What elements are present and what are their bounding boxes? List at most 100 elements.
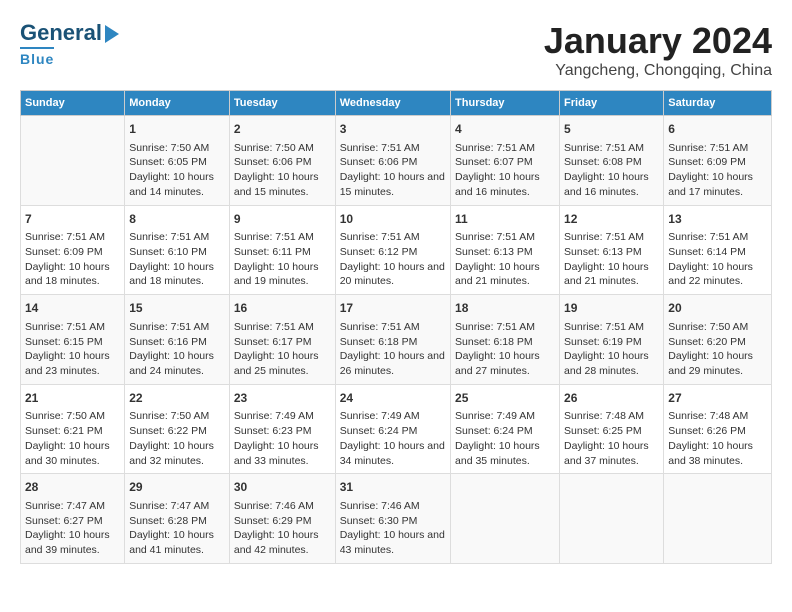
calendar-cell: 9 Sunrise: 7:51 AM Sunset: 6:11 PM Daylig… (229, 205, 335, 295)
day-info: Sunrise: 7:51 AM Sunset: 6:11 PM Dayligh… (234, 230, 331, 289)
calendar-week-4: 21 Sunrise: 7:50 AM Sunset: 6:21 PM Dayli… (21, 384, 772, 474)
day-number: 26 (564, 390, 659, 407)
day-info: Sunrise: 7:51 AM Sunset: 6:06 PM Dayligh… (340, 141, 446, 200)
day-info: Sunrise: 7:51 AM Sunset: 6:18 PM Dayligh… (340, 320, 446, 379)
day-info: Sunrise: 7:46 AM Sunset: 6:30 PM Dayligh… (340, 499, 446, 558)
day-info: Sunrise: 7:48 AM Sunset: 6:25 PM Dayligh… (564, 409, 659, 468)
calendar-cell: 3 Sunrise: 7:51 AM Sunset: 6:06 PM Daylig… (335, 116, 450, 206)
day-info: Sunrise: 7:50 AM Sunset: 6:06 PM Dayligh… (234, 141, 331, 200)
calendar-cell: 18 Sunrise: 7:51 AM Sunset: 6:18 PM Dayli… (451, 295, 560, 385)
day-number: 13 (668, 211, 767, 228)
calendar-cell: 20 Sunrise: 7:50 AM Sunset: 6:20 PM Dayli… (664, 295, 772, 385)
day-info: Sunrise: 7:47 AM Sunset: 6:28 PM Dayligh… (129, 499, 225, 558)
calendar-cell: 16 Sunrise: 7:51 AM Sunset: 6:17 PM Dayli… (229, 295, 335, 385)
day-number: 6 (668, 121, 767, 138)
calendar-week-5: 28 Sunrise: 7:47 AM Sunset: 6:27 PM Dayli… (21, 474, 772, 564)
day-info: Sunrise: 7:51 AM Sunset: 6:15 PM Dayligh… (25, 320, 120, 379)
day-info: Sunrise: 7:48 AM Sunset: 6:26 PM Dayligh… (668, 409, 767, 468)
calendar-cell: 14Sunrise: 7:51 AM Sunset: 6:15 PM Dayli… (21, 295, 125, 385)
col-saturday: Saturday (664, 91, 772, 116)
calendar-cell: 27Sunrise: 7:48 AM Sunset: 6:26 PM Dayli… (664, 384, 772, 474)
calendar-table: Sunday Monday Tuesday Wednesday Thursday… (20, 90, 772, 564)
day-info: Sunrise: 7:51 AM Sunset: 6:09 PM Dayligh… (668, 141, 767, 200)
day-info: Sunrise: 7:51 AM Sunset: 6:10 PM Dayligh… (129, 230, 225, 289)
day-info: Sunrise: 7:51 AM Sunset: 6:09 PM Dayligh… (25, 230, 120, 289)
day-number: 30 (234, 479, 331, 496)
col-monday: Monday (125, 91, 230, 116)
day-number: 1 (129, 121, 225, 138)
calendar-cell: 11Sunrise: 7:51 AM Sunset: 6:13 PM Dayli… (451, 205, 560, 295)
day-info: Sunrise: 7:51 AM Sunset: 6:17 PM Dayligh… (234, 320, 331, 379)
day-number: 2 (234, 121, 331, 138)
day-number: 17 (340, 300, 446, 317)
day-number: 7 (25, 211, 120, 228)
col-thursday: Thursday (451, 91, 560, 116)
col-tuesday: Tuesday (229, 91, 335, 116)
day-number: 15 (129, 300, 225, 317)
day-number: 19 (564, 300, 659, 317)
day-number: 3 (340, 121, 446, 138)
calendar-cell: 31 Sunrise: 7:46 AM Sunset: 6:30 PM Dayli… (335, 474, 450, 564)
calendar-week-3: 14Sunrise: 7:51 AM Sunset: 6:15 PM Dayli… (21, 295, 772, 385)
calendar-cell: 6 Sunrise: 7:51 AM Sunset: 6:09 PM Daylig… (664, 116, 772, 206)
day-number: 9 (234, 211, 331, 228)
calendar-cell: 7 Sunrise: 7:51 AM Sunset: 6:09 PM Daylig… (21, 205, 125, 295)
day-info: Sunrise: 7:51 AM Sunset: 6:07 PM Dayligh… (455, 141, 555, 200)
calendar-cell: 13 Sunrise: 7:51 AM Sunset: 6:14 PM Dayli… (664, 205, 772, 295)
logo-general: General (20, 20, 102, 46)
day-info: Sunrise: 7:50 AM Sunset: 6:21 PM Dayligh… (25, 409, 120, 468)
day-info: Sunrise: 7:49 AM Sunset: 6:23 PM Dayligh… (234, 409, 331, 468)
day-number: 24 (340, 390, 446, 407)
calendar-cell: 8 Sunrise: 7:51 AM Sunset: 6:10 PM Daylig… (125, 205, 230, 295)
day-number: 16 (234, 300, 331, 317)
day-info: Sunrise: 7:51 AM Sunset: 6:14 PM Dayligh… (668, 230, 767, 289)
calendar-cell (560, 474, 664, 564)
day-number: 20 (668, 300, 767, 317)
day-info: Sunrise: 7:51 AM Sunset: 6:13 PM Dayligh… (564, 230, 659, 289)
day-number: 22 (129, 390, 225, 407)
day-number: 31 (340, 479, 446, 496)
day-number: 8 (129, 211, 225, 228)
day-info: Sunrise: 7:50 AM Sunset: 6:05 PM Dayligh… (129, 141, 225, 200)
calendar-header: Sunday Monday Tuesday Wednesday Thursday… (21, 91, 772, 116)
calendar-cell: 1 Sunrise: 7:50 AM Sunset: 6:05 PM Daylig… (125, 116, 230, 206)
day-info: Sunrise: 7:51 AM Sunset: 6:18 PM Dayligh… (455, 320, 555, 379)
day-number: 12 (564, 211, 659, 228)
day-number: 18 (455, 300, 555, 317)
day-info: Sunrise: 7:51 AM Sunset: 6:19 PM Dayligh… (564, 320, 659, 379)
day-info: Sunrise: 7:47 AM Sunset: 6:27 PM Dayligh… (25, 499, 120, 558)
day-info: Sunrise: 7:49 AM Sunset: 6:24 PM Dayligh… (455, 409, 555, 468)
day-info: Sunrise: 7:49 AM Sunset: 6:24 PM Dayligh… (340, 409, 446, 468)
calendar-cell: 21 Sunrise: 7:50 AM Sunset: 6:21 PM Dayli… (21, 384, 125, 474)
logo-blue: Blue (20, 51, 54, 67)
calendar-cell (451, 474, 560, 564)
calendar-cell: 29Sunrise: 7:47 AM Sunset: 6:28 PM Dayli… (125, 474, 230, 564)
calendar-cell (664, 474, 772, 564)
calendar-week-1: 1 Sunrise: 7:50 AM Sunset: 6:05 PM Daylig… (21, 116, 772, 206)
calendar-cell: 28 Sunrise: 7:47 AM Sunset: 6:27 PM Dayli… (21, 474, 125, 564)
calendar-cell: 19 Sunrise: 7:51 AM Sunset: 6:19 PM Dayli… (560, 295, 664, 385)
calendar-cell: 30Sunrise: 7:46 AM Sunset: 6:29 PM Dayli… (229, 474, 335, 564)
calendar-cell: 22 Sunrise: 7:50 AM Sunset: 6:22 PM Dayli… (125, 384, 230, 474)
day-number: 23 (234, 390, 331, 407)
day-info: Sunrise: 7:51 AM Sunset: 6:08 PM Dayligh… (564, 141, 659, 200)
day-number: 11 (455, 211, 555, 228)
col-friday: Friday (560, 91, 664, 116)
calendar-cell: 24 Sunrise: 7:49 AM Sunset: 6:24 PM Dayli… (335, 384, 450, 474)
day-number: 10 (340, 211, 446, 228)
day-number: 5 (564, 121, 659, 138)
col-sunday: Sunday (21, 91, 125, 116)
calendar-cell: 17 Sunrise: 7:51 AM Sunset: 6:18 PM Dayli… (335, 295, 450, 385)
calendar-cell: 26 Sunrise: 7:48 AM Sunset: 6:25 PM Dayli… (560, 384, 664, 474)
day-info: Sunrise: 7:50 AM Sunset: 6:20 PM Dayligh… (668, 320, 767, 379)
calendar-cell: 4 Sunrise: 7:51 AM Sunset: 6:07 PM Daylig… (451, 116, 560, 206)
day-number: 21 (25, 390, 120, 407)
day-info: Sunrise: 7:51 AM Sunset: 6:16 PM Dayligh… (129, 320, 225, 379)
day-info: Sunrise: 7:50 AM Sunset: 6:22 PM Dayligh… (129, 409, 225, 468)
day-number: 4 (455, 121, 555, 138)
day-number: 28 (25, 479, 120, 496)
page-header: General Blue January 2024 Yangcheng, Cho… (20, 20, 772, 80)
calendar-cell (21, 116, 125, 206)
title-block: January 2024 Yangcheng, Chongqing, China (544, 20, 772, 80)
calendar-cell: 25Sunrise: 7:49 AM Sunset: 6:24 PM Dayli… (451, 384, 560, 474)
